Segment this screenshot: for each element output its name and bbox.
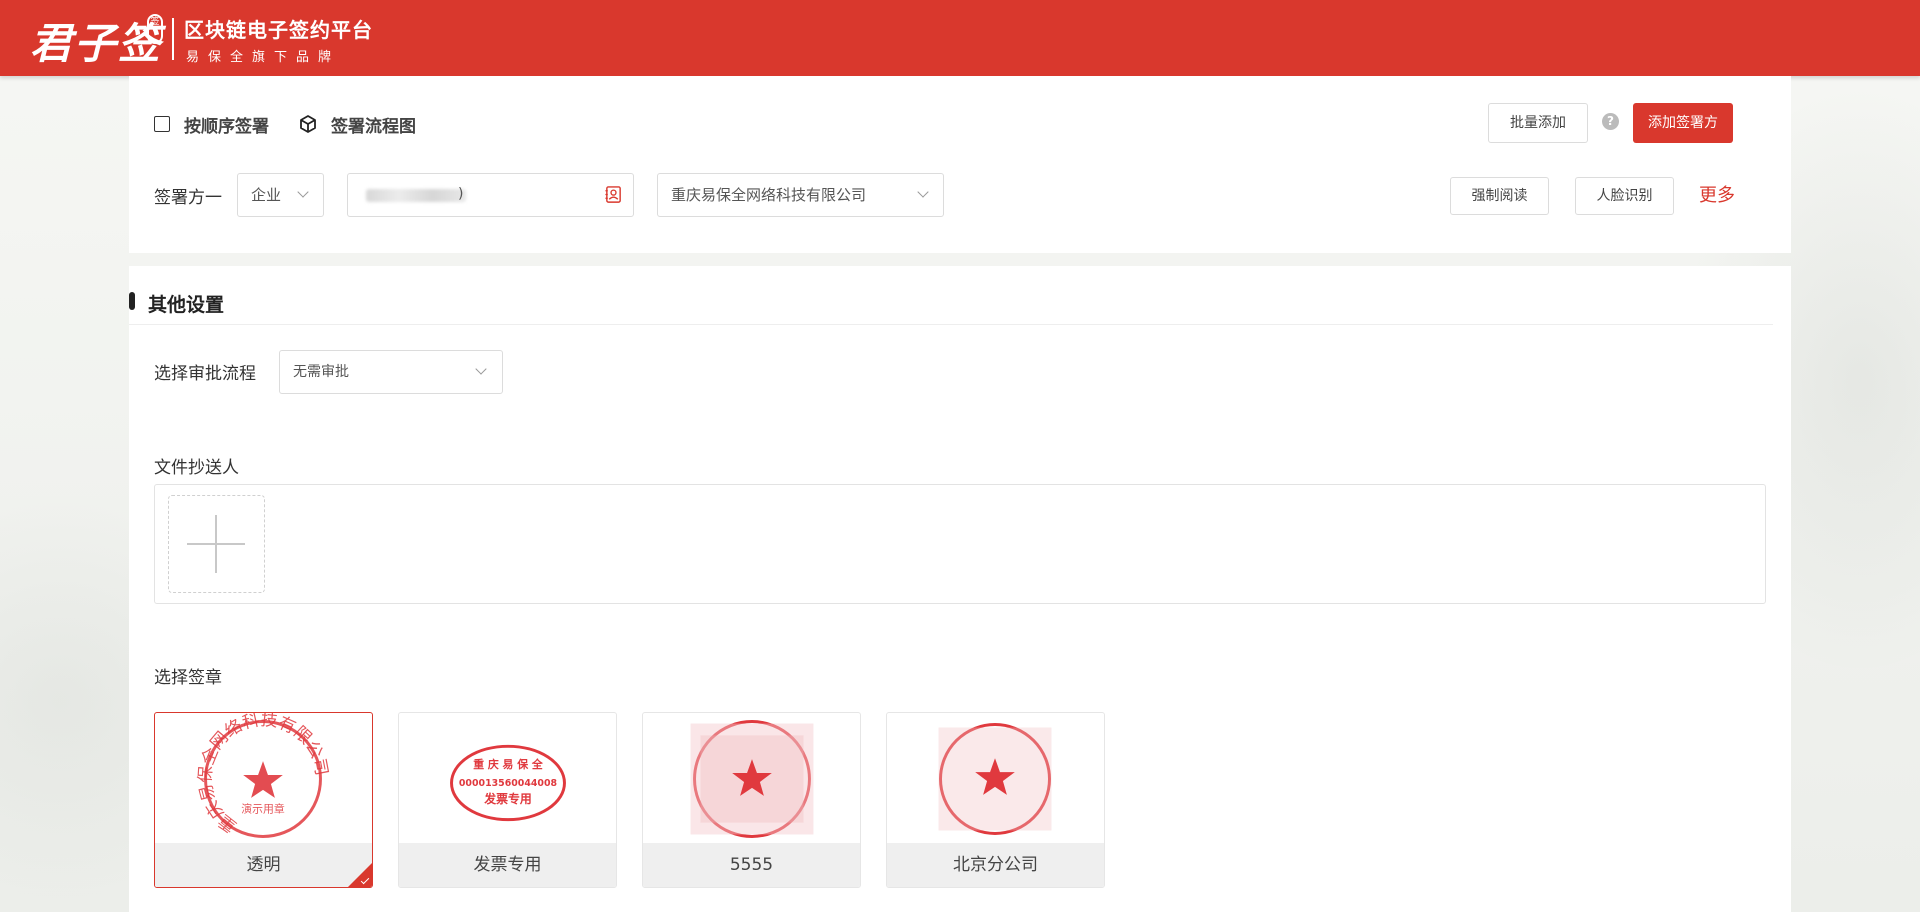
logo-seal-icon: 签 bbox=[147, 14, 163, 44]
cc-label: 文件抄送人 bbox=[154, 458, 239, 478]
invoice-seal-image: 重 庆 易 保 全 000013560044008 发票专用 bbox=[450, 744, 566, 822]
sequential-sign-label[interactable]: 按顺序签署 bbox=[184, 112, 269, 137]
section-marker bbox=[129, 292, 135, 310]
svg-text:演示用章: 演示用章 bbox=[241, 802, 285, 816]
approval-value: 无需审批 bbox=[293, 364, 349, 380]
seal-card-beijing-branch[interactable]: 北京分公司 bbox=[886, 712, 1105, 888]
signer-type-select[interactable]: 企业 bbox=[237, 173, 324, 217]
company-seal-image: 重庆易保全网络科技有限公司 演示用章 bbox=[195, 713, 332, 838]
company-value: 重庆易保全网络科技有限公司 bbox=[671, 186, 867, 204]
svg-text:重 庆 易 保 全: 重 庆 易 保 全 bbox=[473, 757, 544, 771]
contact-book-icon[interactable] bbox=[604, 185, 623, 204]
platform-title: 区块链电子签约平台 bbox=[184, 18, 373, 42]
seal-5555-image bbox=[690, 720, 814, 838]
batch-add-button[interactable]: 批量添加 bbox=[1488, 103, 1588, 143]
seal-card-invoice[interactable]: 重 庆 易 保 全 000013560044008 发票专用 发票专用 bbox=[398, 712, 617, 888]
masked-account-text bbox=[366, 189, 466, 202]
flow-chart-link[interactable]: 签署流程图 bbox=[331, 112, 416, 137]
signer-label: 签署方一 bbox=[154, 188, 222, 208]
cc-recipients-area bbox=[154, 484, 1766, 604]
help-icon[interactable]: ? bbox=[1602, 113, 1619, 130]
top-header: 君子签 签 区块链电子签约平台 易保全旗下品牌 bbox=[0, 0, 1920, 76]
seal-card-5555[interactable]: 5555 bbox=[642, 712, 861, 888]
seal-name: 5555 bbox=[643, 843, 860, 887]
chevron-down-icon bbox=[917, 186, 929, 198]
logo-wordmark[interactable]: 君子签 bbox=[30, 10, 162, 71]
company-select[interactable]: 重庆易保全网络科技有限公司 bbox=[657, 173, 944, 217]
seal-name: 透明 bbox=[155, 843, 372, 887]
logo-divider bbox=[172, 18, 174, 60]
add-signer-button[interactable]: 添加签署方 bbox=[1633, 103, 1733, 143]
seal-card-transparent[interactable]: 重庆易保全网络科技有限公司 演示用章 透明 bbox=[154, 712, 373, 888]
seal-name: 北京分公司 bbox=[887, 843, 1104, 887]
sequential-sign-checkbox[interactable] bbox=[154, 116, 170, 132]
more-link[interactable]: 更多 bbox=[1699, 181, 1735, 207]
signer-type-value: 企业 bbox=[251, 186, 282, 204]
seal-name: 发票专用 bbox=[399, 843, 616, 887]
face-recognition-button[interactable]: 人脸识别 bbox=[1575, 177, 1674, 215]
signer-account-suffix: ) bbox=[458, 186, 464, 202]
chevron-down-icon bbox=[297, 186, 309, 198]
force-read-button[interactable]: 强制阅读 bbox=[1450, 177, 1549, 215]
beijing-branch-seal-image bbox=[938, 723, 1052, 835]
chevron-down-icon bbox=[475, 363, 487, 375]
seal-label: 选择签章 bbox=[154, 668, 222, 688]
selected-corner bbox=[348, 863, 372, 887]
cube-icon[interactable] bbox=[298, 114, 318, 134]
section-divider bbox=[129, 324, 1773, 325]
approval-label: 选择审批流程 bbox=[154, 364, 256, 384]
approval-flow-select[interactable]: 无需审批 bbox=[279, 350, 503, 394]
svg-text:发票专用: 发票专用 bbox=[483, 792, 532, 806]
svg-text:000013560044008: 000013560044008 bbox=[459, 778, 557, 789]
section-title: 其他设置 bbox=[148, 294, 225, 316]
platform-subtitle: 易保全旗下品牌 bbox=[186, 50, 341, 65]
add-cc-button[interactable] bbox=[168, 495, 265, 593]
signer-account-input[interactable]: ) bbox=[347, 173, 634, 217]
